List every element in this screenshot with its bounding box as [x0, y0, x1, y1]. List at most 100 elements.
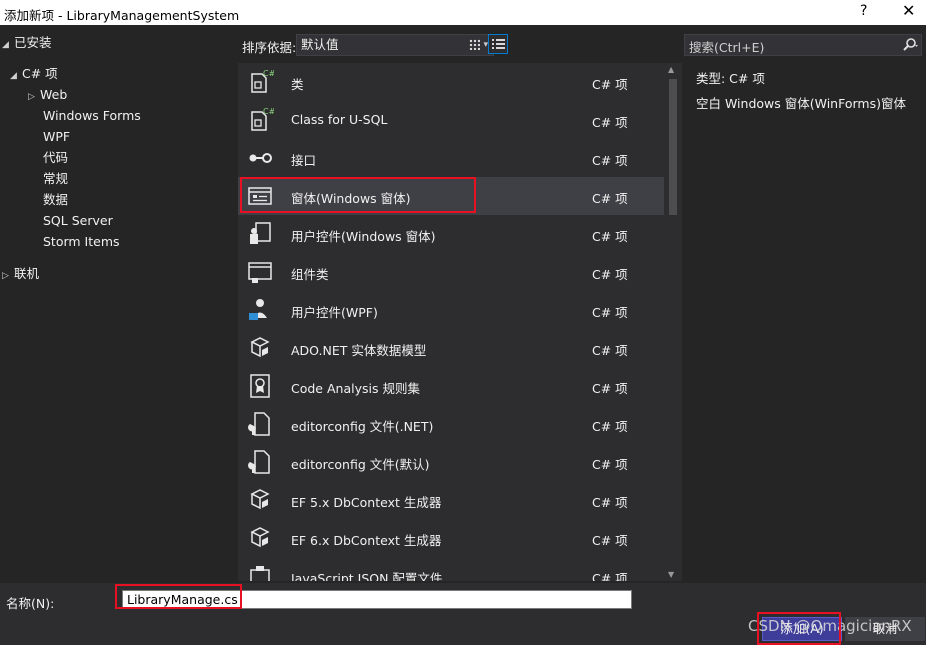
list-scrollbar[interactable]: ▲ ▼	[664, 63, 682, 581]
template-name: 接口	[291, 153, 317, 168]
template-name: 窗体(Windows 窗体)	[291, 191, 411, 206]
template-row[interactable]: 用户控件(WPF) C# 项	[238, 291, 664, 329]
template-row[interactable]: ADO.NET 实体数据模型 C# 项	[238, 329, 664, 367]
template-row[interactable]: 窗体(Windows 窗体) C# 项	[238, 177, 664, 215]
tree-node-online[interactable]: ▷ 联机	[2, 264, 39, 284]
collapsed-arrow-icon: ▷	[28, 92, 35, 102]
template-language: C# 项	[592, 229, 628, 244]
svg-text:C#: C#	[263, 69, 274, 78]
file-name-input[interactable]: LibraryManage.cs	[122, 590, 632, 609]
tree-node-csharp[interactable]: ◢ C# 项	[10, 64, 58, 84]
list-view-button[interactable]	[488, 34, 508, 54]
interface-icon	[246, 144, 274, 172]
template-language: C# 项	[592, 381, 628, 396]
sort-label: 排序依据:	[242, 40, 297, 55]
template-row[interactable]: JavaScript JSON 配置文件 C# 项	[238, 557, 664, 581]
template-name: 用户控件(Windows 窗体)	[291, 229, 436, 244]
category-tree: ◢ 已安装 ◢ C# 项 ▷ Web Windows Forms WPF 代码 常规 …	[0, 25, 238, 583]
template-name: EF 5.x DbContext 生成器	[291, 495, 442, 510]
template-language: C# 项	[592, 457, 628, 472]
template-language: C# 项	[592, 267, 628, 282]
tree-node-code[interactable]: 代码	[43, 148, 68, 168]
sort-value: 默认值	[301, 37, 339, 52]
ruleset-icon	[246, 372, 274, 400]
template-row[interactable]: EF 6.x DbContext 生成器 C# 项	[238, 519, 664, 557]
tree-node-installed[interactable]: ◢ 已安装	[2, 33, 52, 53]
template-language: C# 项	[592, 533, 628, 548]
close-button[interactable]: ✕	[902, 1, 915, 20]
template-name: 类	[291, 77, 304, 92]
template-row[interactable]: 接口 C# 项	[238, 139, 664, 177]
template-row[interactable]: C# Class for U-SQL C# 项	[238, 101, 664, 139]
data-model-icon	[246, 334, 274, 362]
template-name: EF 6.x DbContext 生成器	[291, 533, 442, 548]
details-description: 空白 Windows 窗体(WinForms)窗体	[696, 96, 906, 111]
template-row[interactable]: 用户控件(Windows 窗体) C# 项	[238, 215, 664, 253]
wpf-user-control-icon	[246, 296, 274, 324]
tree-node-wpf[interactable]: WPF	[43, 127, 70, 147]
list-view-icon	[492, 39, 505, 50]
template-name: JavaScript JSON 配置文件	[291, 571, 443, 581]
template-name: editorconfig 文件(.NET)	[291, 419, 434, 434]
template-language: C# 项	[592, 191, 628, 206]
template-row[interactable]: EF 5.x DbContext 生成器 C# 项	[238, 481, 664, 519]
template-language: C# 项	[592, 77, 628, 92]
template-row[interactable]: editorconfig 文件(.NET) C# 项	[238, 405, 664, 443]
editorconfig-icon	[246, 448, 274, 476]
title-bar: 添加新项 - LibraryManagementSystem ? ✕	[0, 0, 926, 25]
template-language: C# 项	[592, 153, 628, 168]
user-control-icon	[246, 220, 274, 248]
template-language: C# 项	[592, 571, 628, 581]
form-icon	[246, 182, 274, 210]
grid-view-icon	[469, 39, 480, 50]
component-icon	[246, 258, 274, 286]
template-language: C# 项	[592, 419, 628, 434]
template-name: Class for U-SQL	[291, 112, 388, 127]
svg-text:C#: C#	[263, 107, 274, 116]
tree-node-web[interactable]: ▷ Web	[28, 85, 67, 105]
details-panel: 搜索(Ctrl+E) 类型: C# 项 空白 Windows 窗体(WinFor…	[682, 25, 926, 583]
help-button[interactable]: ?	[860, 3, 867, 19]
template-name: 组件类	[291, 267, 329, 282]
template-language: C# 项	[592, 115, 628, 130]
template-name: 用户控件(WPF)	[291, 305, 378, 320]
expanded-arrow-icon: ◢	[10, 71, 17, 81]
template-row[interactable]: 组件类 C# 项	[238, 253, 664, 291]
class-cs-icon: C#	[246, 68, 276, 96]
template-name: editorconfig 文件(默认)	[291, 457, 430, 472]
class-cs-icon: C#	[246, 106, 276, 134]
tree-node-storm-items[interactable]: Storm Items	[43, 232, 120, 252]
search-box[interactable]: 搜索(Ctrl+E)	[684, 34, 922, 56]
name-label: 名称(N):	[6, 596, 55, 611]
collapsed-arrow-icon: ▷	[2, 271, 9, 281]
template-list: C#类C# 项C#Class for U-SQLC# 项接口C# 项窗体(Win…	[238, 63, 664, 581]
window-title: 添加新项 - LibraryManagementSystem	[4, 8, 240, 23]
details-type: 类型: C# 项	[696, 71, 765, 86]
tree-node-data[interactable]: 数据	[43, 190, 68, 210]
template-name: Code Analysis 规则集	[291, 381, 420, 396]
grid-view-button[interactable]	[464, 34, 484, 54]
tree-node-sql-server[interactable]: SQL Server	[43, 211, 113, 231]
editorconfig-icon	[246, 410, 274, 438]
template-row[interactable]: Code Analysis 规则集 C# 项	[238, 367, 664, 405]
template-row[interactable]: editorconfig 文件(默认) C# 项	[238, 443, 664, 481]
bottom-bar: 名称(N): LibraryManage.cs 添加(A) 取消 CSDN @Q…	[0, 583, 926, 645]
search-icon[interactable]	[901, 37, 919, 53]
scroll-up-icon[interactable]: ▲	[668, 65, 674, 74]
watermark: CSDN @QmagicianRX	[748, 617, 912, 635]
sort-toolbar: 排序依据: 默认值 ▾	[238, 25, 682, 63]
data-model-icon	[246, 486, 274, 514]
template-language: C# 项	[592, 305, 628, 320]
scroll-down-icon[interactable]: ▼	[668, 570, 674, 579]
search-placeholder: 搜索(Ctrl+E)	[689, 40, 765, 55]
template-row[interactable]: C# 类 C# 项	[238, 63, 664, 101]
scroll-thumb[interactable]	[669, 79, 677, 215]
template-language: C# 项	[592, 495, 628, 510]
data-model-icon	[246, 524, 274, 552]
expanded-arrow-icon: ◢	[2, 40, 9, 50]
tree-node-general[interactable]: 常规	[43, 169, 68, 189]
template-name: ADO.NET 实体数据模型	[291, 343, 427, 358]
template-language: C# 项	[592, 343, 628, 358]
json-config-icon	[246, 562, 274, 581]
tree-node-windows-forms[interactable]: Windows Forms	[43, 106, 141, 126]
